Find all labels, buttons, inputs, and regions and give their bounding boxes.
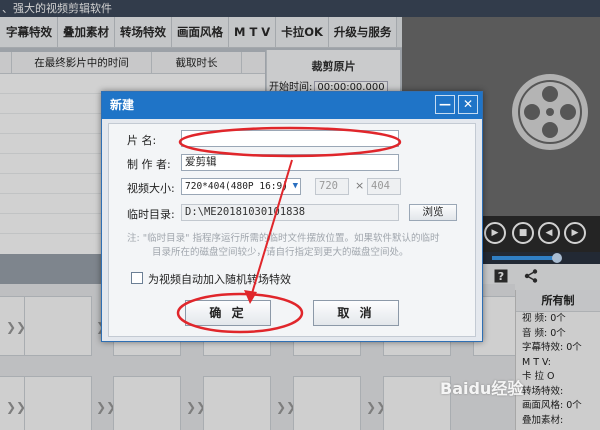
temp-dir-note-line1: 注: "临时目录" 指程序运行所需的临时文件摆放位置。如果软件默认的临时 (127, 233, 440, 244)
temp-dir-label: 临时目录: (127, 208, 175, 221)
name-input[interactable] (181, 130, 399, 147)
close-icon[interactable]: ✕ (458, 95, 478, 114)
author-input[interactable]: 爱剪辑 (181, 154, 399, 171)
browse-button[interactable]: 浏览 (409, 204, 457, 221)
cancel-button[interactable]: 取 消 (313, 300, 399, 326)
name-label: 片 名: (127, 134, 157, 147)
dialog-title-bar: 新建 — ✕ (102, 92, 482, 119)
dialog-body: 片 名: 制 作 者: 爱剪辑 视频大小: 720*404(480P 16:9)… (108, 123, 476, 337)
app-window: 、强大的视频剪辑软件 字幕特效 叠加素材 转场特效 画面风格 M T V 卡拉O… (0, 0, 600, 430)
random-transition-checkbox[interactable] (131, 272, 143, 284)
minimize-icon[interactable]: — (435, 95, 455, 114)
watermark: Baidu经验 (440, 379, 524, 398)
chevron-down-icon: ▼ (292, 181, 298, 191)
times-sign: × (355, 179, 365, 192)
width-input: 720 (315, 178, 349, 195)
dialog-title: 新建 (110, 98, 135, 112)
height-input: 404 (367, 178, 401, 195)
video-size-label: 视频大小: (127, 182, 175, 195)
new-project-dialog: 新建 — ✕ 片 名: 制 作 者: 爱剪辑 视频大小: 720*404(480… (101, 91, 483, 342)
ok-button[interactable]: 确 定 (185, 300, 271, 326)
author-label: 制 作 者: (127, 158, 171, 171)
temp-dir-input: D:\ME20181030101838 (181, 204, 399, 221)
video-size-select[interactable]: 720*404(480P 16:9) ▼ (181, 178, 301, 195)
random-transition-label[interactable]: 为视频自动加入随机转场特效 (148, 271, 291, 287)
video-size-value: 720*404(480P 16:9) (185, 181, 288, 192)
temp-dir-note-line2: 目录所在的磁盘空间较少，请自行指定到更大的磁盘空间处。 (152, 247, 409, 258)
